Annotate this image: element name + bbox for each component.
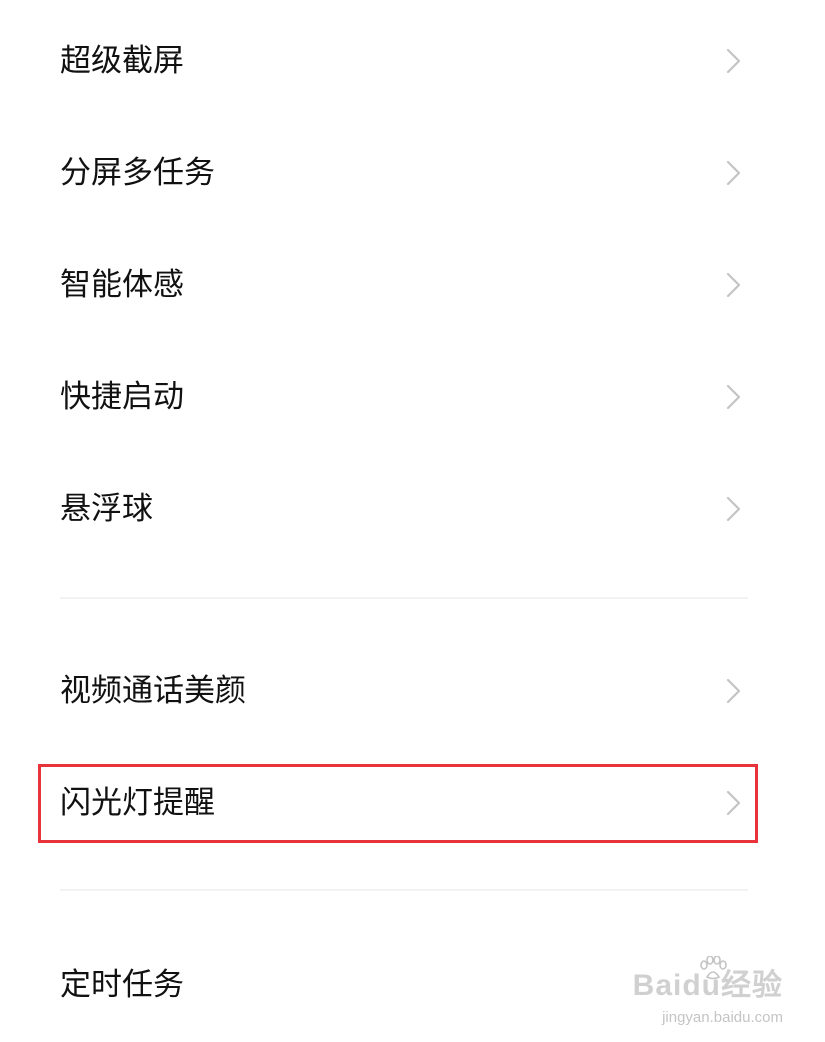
settings-item-label: 悬浮球 <box>60 491 153 527</box>
settings-item-label: 分屏多任务 <box>60 155 215 191</box>
settings-item-label: 快捷启动 <box>60 379 184 415</box>
settings-item-label: 智能体感 <box>60 267 184 303</box>
section-divider <box>60 597 748 599</box>
watermark: Baidu经验 jingyan.baidu.com <box>623 956 783 1026</box>
settings-item-super-screenshot[interactable]: 超级截屏 <box>0 21 825 101</box>
settings-item-flash-alert[interactable]: 闪光灯提醒 <box>0 763 825 843</box>
chevron-right-icon <box>726 160 741 186</box>
settings-item-video-call-beauty[interactable]: 视频通话美颜 <box>0 651 825 731</box>
chevron-right-icon <box>726 496 741 522</box>
watermark-url: jingyan.baidu.com <box>662 1009 783 1026</box>
settings-item-split-screen[interactable]: 分屏多任务 <box>0 133 825 213</box>
settings-item-label: 超级截屏 <box>60 43 184 79</box>
settings-item-label: 闪光灯提醒 <box>60 785 215 821</box>
chevron-right-icon <box>726 790 741 816</box>
chevron-right-icon <box>726 678 741 704</box>
settings-item-label: 定时任务 <box>60 967 184 1003</box>
settings-item-smart-motion[interactable]: 智能体感 <box>0 245 825 325</box>
settings-item-quick-launch[interactable]: 快捷启动 <box>0 357 825 437</box>
settings-item-floating-ball[interactable]: 悬浮球 <box>0 469 825 549</box>
chevron-right-icon <box>726 272 741 298</box>
chevron-right-icon <box>726 48 741 74</box>
watermark-brand: Baidu经验 <box>632 969 783 1002</box>
settings-item-label: 视频通话美颜 <box>60 673 246 709</box>
chevron-right-icon <box>726 384 741 410</box>
section-divider <box>60 889 748 891</box>
